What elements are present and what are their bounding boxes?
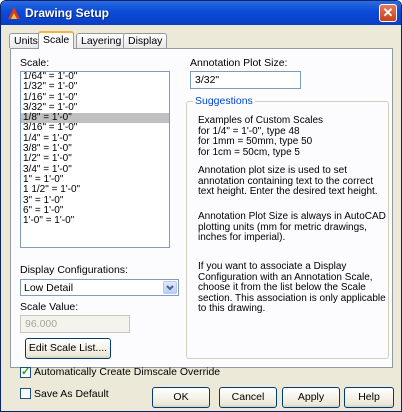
annotation-plot-size-input[interactable]: 3/32" — [190, 71, 301, 89]
display-config-value: Low Detail — [24, 282, 74, 294]
autocad-app-icon — [8, 7, 20, 19]
scale-label: Scale: — [20, 57, 50, 69]
close-button[interactable]: ✕ — [379, 4, 397, 22]
drawing-setup-window: Drawing Setup ✕ Units Scale Layering Dis… — [0, 0, 402, 412]
tab-scale[interactable]: Scale — [38, 31, 75, 49]
ok-button[interactable]: OK — [152, 387, 210, 408]
save-as-default-label: Save As Default — [34, 388, 109, 400]
scale-list-item[interactable]: 1'-0" = 1'-0" — [21, 215, 169, 226]
tab-layering[interactable]: Layering — [76, 33, 127, 48]
suggestions-display-config: If you want to associate a Display Confi… — [198, 261, 386, 314]
auto-dimscale-checkbox[interactable]: ✓ — [20, 366, 31, 378]
suggestions-title: Suggestions — [193, 95, 255, 107]
title-bar[interactable]: Drawing Setup ✕ — [1, 1, 401, 25]
scale-value-label: Scale Value: — [20, 301, 79, 313]
display-config-label: Display Configurations: — [20, 264, 128, 276]
scale-listbox[interactable]: 1/64" = 1'-0" 1/32" = 1'-0" 1/16" = 1'-0" 3… — [20, 71, 170, 248]
help-button[interactable]: Help — [344, 387, 394, 408]
save-as-default-checkbox[interactable] — [20, 388, 31, 399]
suggestions-plotting-units: Annotation Plot Size is always in AutoCA… — [198, 211, 386, 243]
checkmark-icon: ✓ — [21, 366, 31, 378]
annotation-plot-size-label: Annotation Plot Size: — [190, 57, 288, 69]
suggestions-annotation-text: Annotation plot size is used to set anno… — [198, 165, 378, 197]
chevron-down-icon — [166, 285, 174, 291]
display-config-dropdown[interactable]: Low Detail — [20, 279, 179, 296]
dropdown-arrow-button[interactable] — [163, 281, 177, 294]
cancel-button[interactable]: Cancel — [219, 387, 277, 408]
edit-scale-list-button[interactable]: Edit Scale List.... — [25, 338, 111, 359]
suggestions-group: Suggestions Examples of Custom Scales fo… — [186, 95, 389, 359]
window-title: Drawing Setup — [25, 6, 110, 20]
suggestions-examples: Examples of Custom Scales for 1/4" = 1'-… — [198, 115, 324, 158]
scale-value-field: 96.000 — [20, 315, 130, 333]
tab-display[interactable]: Display — [123, 33, 168, 48]
auto-dimscale-label: Automatically Create Dimscale Override — [34, 366, 221, 378]
apply-button[interactable]: Apply — [282, 387, 340, 408]
